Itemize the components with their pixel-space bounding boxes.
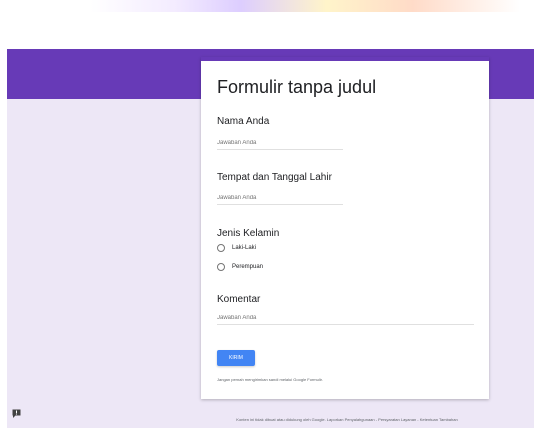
radio-button[interactable] <box>217 244 225 252</box>
form-title: Formulir tanpa judul <box>217 77 377 97</box>
submit-button[interactable]: KIRIM <box>217 350 255 366</box>
birth-place-date-input[interactable] <box>217 192 343 205</box>
radio-option-laki-laki[interactable]: Laki-Laki <box>217 243 256 253</box>
report-feedback-icon[interactable] <box>12 409 21 418</box>
radio-option-perempuan[interactable]: Perempuan <box>217 262 263 272</box>
comment-input[interactable] <box>217 312 474 325</box>
question-label-birth: Tempat dan Tanggal Lahir <box>217 172 332 183</box>
footer-disclaimer: Konten ini tidak dibuat atau didukung ol… <box>236 417 458 422</box>
form-card: Formulir tanpa judul Nama Anda Tempat da… <box>201 57 489 399</box>
question-label-name: Nama Anda <box>217 116 270 127</box>
question-label-gender: Jenis Kelamin <box>217 228 280 239</box>
question-label-comment: Komentar <box>217 294 261 305</box>
radio-button[interactable] <box>217 263 225 271</box>
name-input[interactable] <box>217 137 343 150</box>
top-decorative-banner <box>90 0 520 12</box>
radio-label: Perempuan <box>232 264 264 270</box>
password-warning: Jangan pernah mengirimkan sandi melalui … <box>217 377 323 382</box>
radio-label: Laki-Laki <box>232 245 257 251</box>
